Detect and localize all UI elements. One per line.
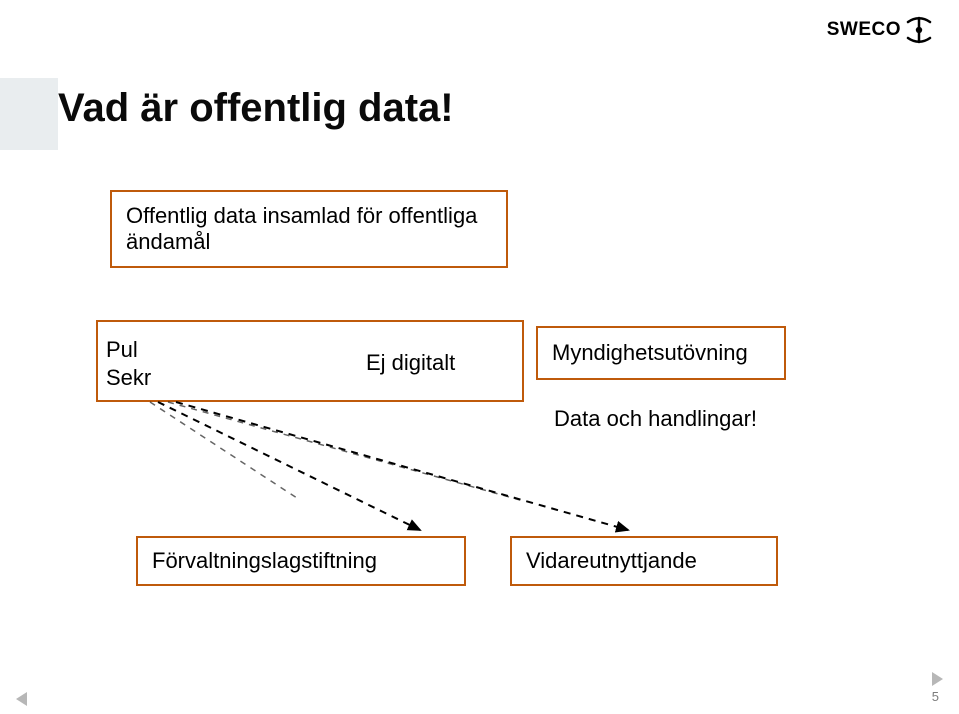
box-vidareutnyttjande: Vidareutnyttjande bbox=[510, 536, 778, 586]
box-forvaltningslagstiftning-label: Förvaltningslagstiftning bbox=[138, 548, 391, 574]
box-offentlig-data: Offentlig data insamlad för offentliga ä… bbox=[110, 190, 508, 268]
box-myndighetsutovning: Myndighetsutövning bbox=[536, 326, 786, 380]
box-forvaltningslagstiftning: Förvaltningslagstiftning bbox=[136, 536, 466, 586]
text-sekr: Sekr bbox=[106, 365, 151, 390]
text-pul: Pul bbox=[106, 337, 138, 362]
page-number: 5 bbox=[932, 689, 939, 704]
nav-next-icon[interactable] bbox=[932, 672, 943, 686]
page-title: Vad är offentlig data! bbox=[58, 86, 454, 131]
nav-prev-icon[interactable] bbox=[16, 692, 27, 706]
box-pul-sekr-ejdigitalt: Pul Sekr Ej digitalt bbox=[96, 320, 524, 402]
title-accent bbox=[0, 78, 58, 150]
brand-logo: SWECO bbox=[827, 16, 933, 44]
title-region: Vad är offentlig data! bbox=[0, 78, 640, 150]
box-pul-sekr-label: Pul Sekr bbox=[106, 336, 151, 391]
brand-mark-icon bbox=[905, 16, 933, 44]
text-ej-digitalt: Ej digitalt bbox=[366, 350, 455, 376]
slide: SWECO Vad är offentlig data! Offentlig d… bbox=[0, 0, 959, 714]
box-myndighetsutovning-label: Myndighetsutövning bbox=[538, 340, 762, 366]
box-vidareutnyttjande-label: Vidareutnyttjande bbox=[512, 548, 711, 574]
caption-data-och-handlingar: Data och handlingar! bbox=[554, 406, 757, 432]
brand-name: SWECO bbox=[827, 19, 901, 41]
box-offentlig-data-label: Offentlig data insamlad för offentliga ä… bbox=[112, 203, 506, 255]
